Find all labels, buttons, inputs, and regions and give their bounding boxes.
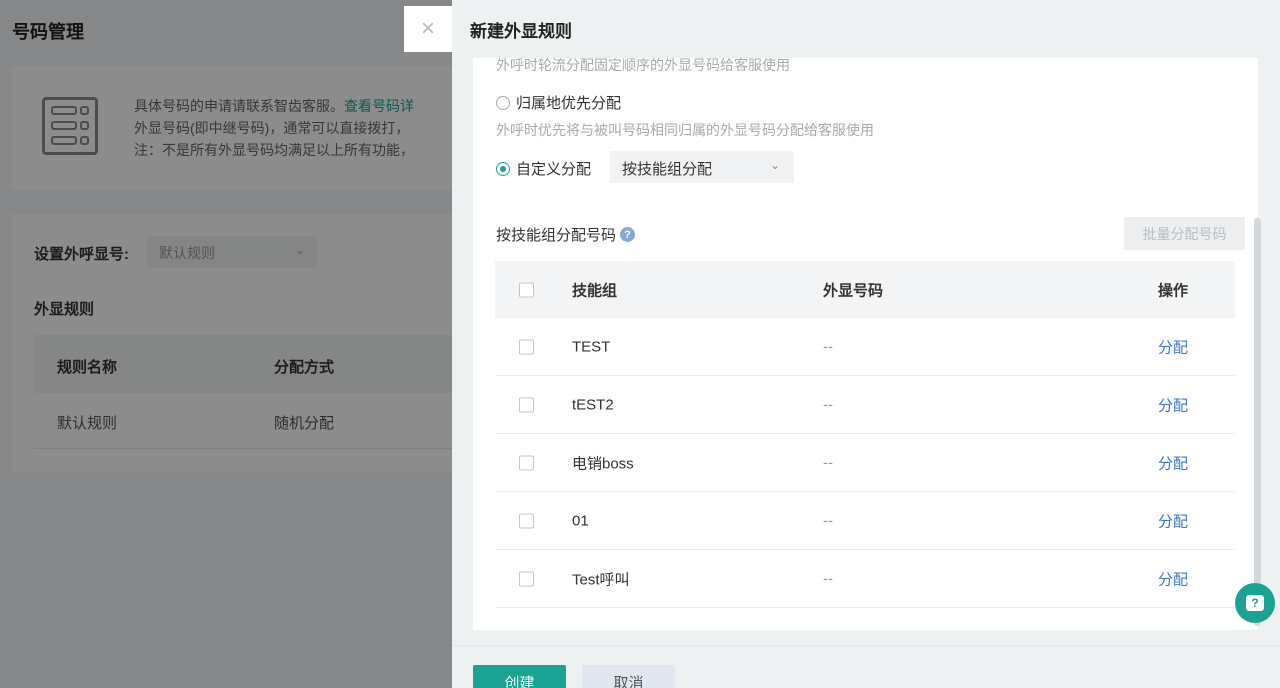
radio-circle[interactable] <box>496 95 510 110</box>
table-header: 技能组 外显号码 操作 <box>495 261 1235 318</box>
custom-mode-select[interactable]: 按技能组分配 ⌄ <box>610 151 794 183</box>
select-all-checkbox[interactable] <box>519 282 534 297</box>
assign-link[interactable]: 分配 <box>1158 336 1188 357</box>
modal-overlay[interactable] <box>0 0 452 688</box>
drawer-content-panel: 外呼时轮流分配固定顺序的外显号码给客服使用 归属地优先分配 外呼时优先将与被叫号… <box>473 58 1258 630</box>
section-label-text: 按技能组分配号码 <box>496 227 617 244</box>
table-row: 电销boss -- 分配 <box>495 434 1235 492</box>
chat-help-button[interactable]: ? <box>1235 583 1275 623</box>
skill-group-section-label: 按技能组分配号码 ? <box>496 224 636 245</box>
display-number-cell: -- <box>823 338 833 355</box>
create-button[interactable]: 创建 <box>473 665 566 688</box>
row-checkbox[interactable] <box>519 397 534 412</box>
col-skill-group: 技能组 <box>572 282 618 299</box>
assign-link[interactable]: 分配 <box>1158 568 1188 589</box>
round-robin-hint: 外呼时轮流分配固定顺序的外显号码给客服使用 <box>496 58 790 73</box>
table-row: Test呼叫 -- 分配 <box>495 550 1235 608</box>
close-button[interactable]: × <box>404 6 452 52</box>
table-row: tEST2 -- 分配 <box>495 376 1235 434</box>
assign-link[interactable]: 分配 <box>1158 452 1188 473</box>
chat-help-icon: ? <box>1246 595 1264 611</box>
radio-region-label: 归属地优先分配 <box>516 95 622 112</box>
display-number-cell: -- <box>823 454 833 471</box>
skill-group-cell: 01 <box>572 512 589 529</box>
skill-group-cell: Test呼叫 <box>572 571 630 588</box>
assign-link[interactable]: 分配 <box>1158 394 1188 415</box>
radio-custom-label: 自定义分配 <box>516 161 592 178</box>
footer-divider <box>452 645 1280 646</box>
skill-group-cell: tEST2 <box>572 396 614 413</box>
table-row: TEST -- 分配 <box>495 318 1235 376</box>
skill-group-table: 技能组 外显号码 操作 TEST -- 分配 tEST2 -- 分配 电销bos… <box>495 261 1235 608</box>
radio-custom[interactable]: 自定义分配 <box>496 158 591 179</box>
row-checkbox[interactable] <box>519 571 534 586</box>
region-priority-hint: 外呼时优先将与被叫号码相同归属的外显号码分配给客服使用 <box>496 122 874 138</box>
display-number-cell: -- <box>823 512 833 529</box>
display-number-cell: -- <box>823 396 833 413</box>
col-display-number: 外显号码 <box>823 282 884 299</box>
scrollbar-thumb[interactable] <box>1254 218 1261 626</box>
row-checkbox[interactable] <box>519 455 534 470</box>
radio-circle-selected[interactable] <box>496 161 510 176</box>
display-number-cell: -- <box>823 570 833 587</box>
cancel-button[interactable]: 取消 <box>582 665 675 688</box>
chevron-down-icon: ⌄ <box>769 158 780 172</box>
custom-mode-value: 按技能组分配 <box>622 161 713 178</box>
skill-group-cell: 电销boss <box>572 455 634 472</box>
drawer-title: 新建外显规则 <box>470 22 572 41</box>
col-operation: 操作 <box>1158 282 1189 299</box>
row-checkbox[interactable] <box>519 339 534 354</box>
close-icon: × <box>420 15 435 42</box>
help-icon[interactable]: ? <box>620 227 636 242</box>
table-row: 01 -- 分配 <box>495 492 1235 550</box>
row-checkbox[interactable] <box>519 513 534 528</box>
batch-assign-button[interactable]: 批量分配号码 <box>1124 217 1245 250</box>
assign-link[interactable]: 分配 <box>1158 510 1188 531</box>
skill-group-cell: TEST <box>572 338 611 355</box>
new-rule-drawer: 新建外显规则 外呼时轮流分配固定顺序的外显号码给客服使用 归属地优先分配 外呼时… <box>452 0 1280 688</box>
radio-region-priority[interactable]: 归属地优先分配 <box>496 92 621 113</box>
